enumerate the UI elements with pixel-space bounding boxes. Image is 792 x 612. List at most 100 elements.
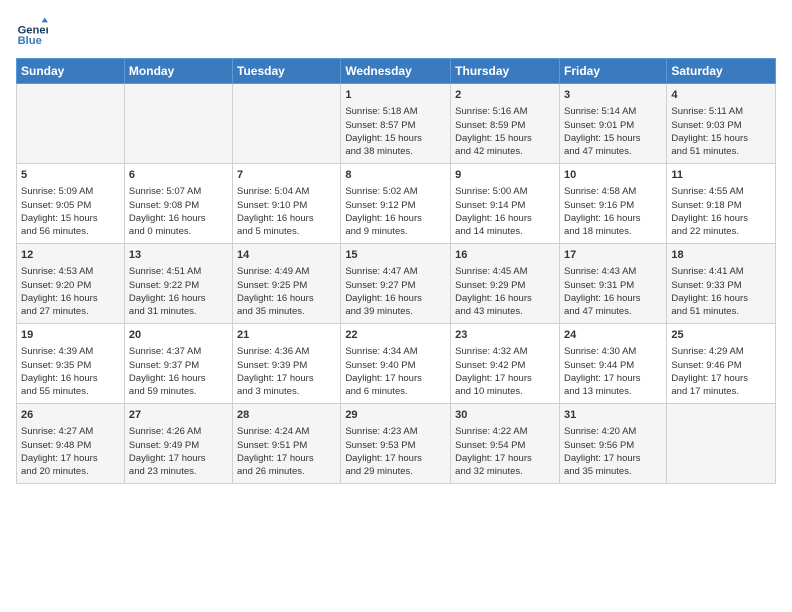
day-info-line: Daylight: 17 hours [671, 372, 771, 385]
calendar-body: 1Sunrise: 5:18 AMSunset: 8:57 PMDaylight… [17, 84, 776, 484]
day-info-line: Daylight: 17 hours [237, 452, 336, 465]
day-info-line: Daylight: 16 hours [129, 372, 228, 385]
day-info-line: Sunrise: 4:41 AM [671, 265, 771, 278]
day-info-line: Sunset: 9:08 PM [129, 199, 228, 212]
calendar-cell: 27Sunrise: 4:26 AMSunset: 9:49 PMDayligh… [124, 404, 232, 484]
calendar-cell: 12Sunrise: 4:53 AMSunset: 9:20 PMDayligh… [17, 244, 125, 324]
day-info-line: Daylight: 16 hours [345, 292, 446, 305]
calendar-week-row: 5Sunrise: 5:09 AMSunset: 9:05 PMDaylight… [17, 164, 776, 244]
calendar-cell: 7Sunrise: 5:04 AMSunset: 9:10 PMDaylight… [233, 164, 341, 244]
day-info-line: Sunset: 9:46 PM [671, 359, 771, 372]
day-number: 20 [129, 328, 228, 343]
calendar-table: SundayMondayTuesdayWednesdayThursdayFrid… [16, 58, 776, 484]
day-info-line: and 3 minutes. [237, 385, 336, 398]
day-info-line: and 55 minutes. [21, 385, 120, 398]
day-info-line: Sunset: 9:49 PM [129, 439, 228, 452]
day-info-line: Sunrise: 4:23 AM [345, 425, 446, 438]
calendar-cell: 18Sunrise: 4:41 AMSunset: 9:33 PMDayligh… [667, 244, 776, 324]
day-number: 23 [455, 328, 555, 343]
day-number: 16 [455, 248, 555, 263]
day-info-line: Daylight: 16 hours [237, 292, 336, 305]
calendar-cell [667, 404, 776, 484]
day-info-line: Sunset: 9:35 PM [21, 359, 120, 372]
day-number: 17 [564, 248, 662, 263]
day-number: 4 [671, 88, 771, 103]
day-info-line: and 18 minutes. [564, 225, 662, 238]
calendar-cell: 29Sunrise: 4:23 AMSunset: 9:53 PMDayligh… [341, 404, 451, 484]
day-info-line: Sunrise: 4:47 AM [345, 265, 446, 278]
day-info-line: and 39 minutes. [345, 305, 446, 318]
day-info-line: Daylight: 17 hours [564, 372, 662, 385]
calendar-cell: 30Sunrise: 4:22 AMSunset: 9:54 PMDayligh… [451, 404, 560, 484]
day-info-line: and 51 minutes. [671, 145, 771, 158]
day-info-line: Sunrise: 5:16 AM [455, 105, 555, 118]
day-info-line: Sunrise: 5:00 AM [455, 185, 555, 198]
day-info-line: Sunset: 9:33 PM [671, 279, 771, 292]
day-number: 22 [345, 328, 446, 343]
day-info-line: Sunset: 9:01 PM [564, 119, 662, 132]
calendar-cell: 2Sunrise: 5:16 AMSunset: 8:59 PMDaylight… [451, 84, 560, 164]
day-info-line: Sunset: 9:44 PM [564, 359, 662, 372]
day-info-line: Sunrise: 5:02 AM [345, 185, 446, 198]
calendar-cell: 15Sunrise: 4:47 AMSunset: 9:27 PMDayligh… [341, 244, 451, 324]
day-info-line: Daylight: 17 hours [455, 372, 555, 385]
day-info-line: Sunrise: 5:07 AM [129, 185, 228, 198]
day-info-line: and 23 minutes. [129, 465, 228, 478]
day-info-line: and 27 minutes. [21, 305, 120, 318]
day-info-line: Sunrise: 4:39 AM [21, 345, 120, 358]
day-number: 18 [671, 248, 771, 263]
calendar-cell [17, 84, 125, 164]
day-info-line: Daylight: 17 hours [345, 372, 446, 385]
day-info-line: Sunset: 9:22 PM [129, 279, 228, 292]
day-info-line: Daylight: 15 hours [671, 132, 771, 145]
day-number: 11 [671, 168, 771, 183]
day-info-line: Sunrise: 4:36 AM [237, 345, 336, 358]
day-info-line: and 43 minutes. [455, 305, 555, 318]
day-info-line: Sunrise: 4:55 AM [671, 185, 771, 198]
day-info-line: Sunrise: 4:53 AM [21, 265, 120, 278]
day-info-line: and 35 minutes. [564, 465, 662, 478]
day-info-line: Sunrise: 4:22 AM [455, 425, 555, 438]
day-info-line: Sunrise: 4:34 AM [345, 345, 446, 358]
day-info-line: Daylight: 16 hours [564, 292, 662, 305]
day-info-line: Daylight: 17 hours [129, 452, 228, 465]
calendar-cell: 14Sunrise: 4:49 AMSunset: 9:25 PMDayligh… [233, 244, 341, 324]
day-info-line: Daylight: 16 hours [455, 292, 555, 305]
day-info-line: Daylight: 16 hours [564, 212, 662, 225]
day-info-line: Sunrise: 4:32 AM [455, 345, 555, 358]
day-info-line: Sunrise: 4:43 AM [564, 265, 662, 278]
calendar-cell: 21Sunrise: 4:36 AMSunset: 9:39 PMDayligh… [233, 324, 341, 404]
day-info-line: Sunrise: 4:45 AM [455, 265, 555, 278]
day-info-line: Daylight: 17 hours [21, 452, 120, 465]
calendar-week-row: 19Sunrise: 4:39 AMSunset: 9:35 PMDayligh… [17, 324, 776, 404]
day-number: 28 [237, 408, 336, 423]
day-info-line: and 51 minutes. [671, 305, 771, 318]
day-info-line: Sunset: 9:56 PM [564, 439, 662, 452]
day-info-line: and 47 minutes. [564, 145, 662, 158]
day-info-line: and 14 minutes. [455, 225, 555, 238]
day-info-line: Sunset: 9:42 PM [455, 359, 555, 372]
day-info-line: Sunrise: 4:20 AM [564, 425, 662, 438]
calendar-week-row: 1Sunrise: 5:18 AMSunset: 8:57 PMDaylight… [17, 84, 776, 164]
day-info-line: Daylight: 17 hours [455, 452, 555, 465]
day-info-line: Sunset: 9:10 PM [237, 199, 336, 212]
weekday-header: Wednesday [341, 59, 451, 84]
calendar-cell: 28Sunrise: 4:24 AMSunset: 9:51 PMDayligh… [233, 404, 341, 484]
day-info-line: and 38 minutes. [345, 145, 446, 158]
day-info-line: and 56 minutes. [21, 225, 120, 238]
calendar-cell: 24Sunrise: 4:30 AMSunset: 9:44 PMDayligh… [559, 324, 666, 404]
day-info-line: Sunrise: 4:51 AM [129, 265, 228, 278]
day-info-line: Sunrise: 5:18 AM [345, 105, 446, 118]
calendar-cell: 22Sunrise: 4:34 AMSunset: 9:40 PMDayligh… [341, 324, 451, 404]
day-info-line: and 17 minutes. [671, 385, 771, 398]
day-number: 30 [455, 408, 555, 423]
weekday-header: Monday [124, 59, 232, 84]
calendar-cell: 17Sunrise: 4:43 AMSunset: 9:31 PMDayligh… [559, 244, 666, 324]
weekday-header: Saturday [667, 59, 776, 84]
day-info-line: Sunrise: 5:14 AM [564, 105, 662, 118]
day-info-line: and 6 minutes. [345, 385, 446, 398]
day-info-line: Sunset: 9:05 PM [21, 199, 120, 212]
weekday-header: Thursday [451, 59, 560, 84]
calendar-cell: 5Sunrise: 5:09 AMSunset: 9:05 PMDaylight… [17, 164, 125, 244]
day-info-line: and 31 minutes. [129, 305, 228, 318]
